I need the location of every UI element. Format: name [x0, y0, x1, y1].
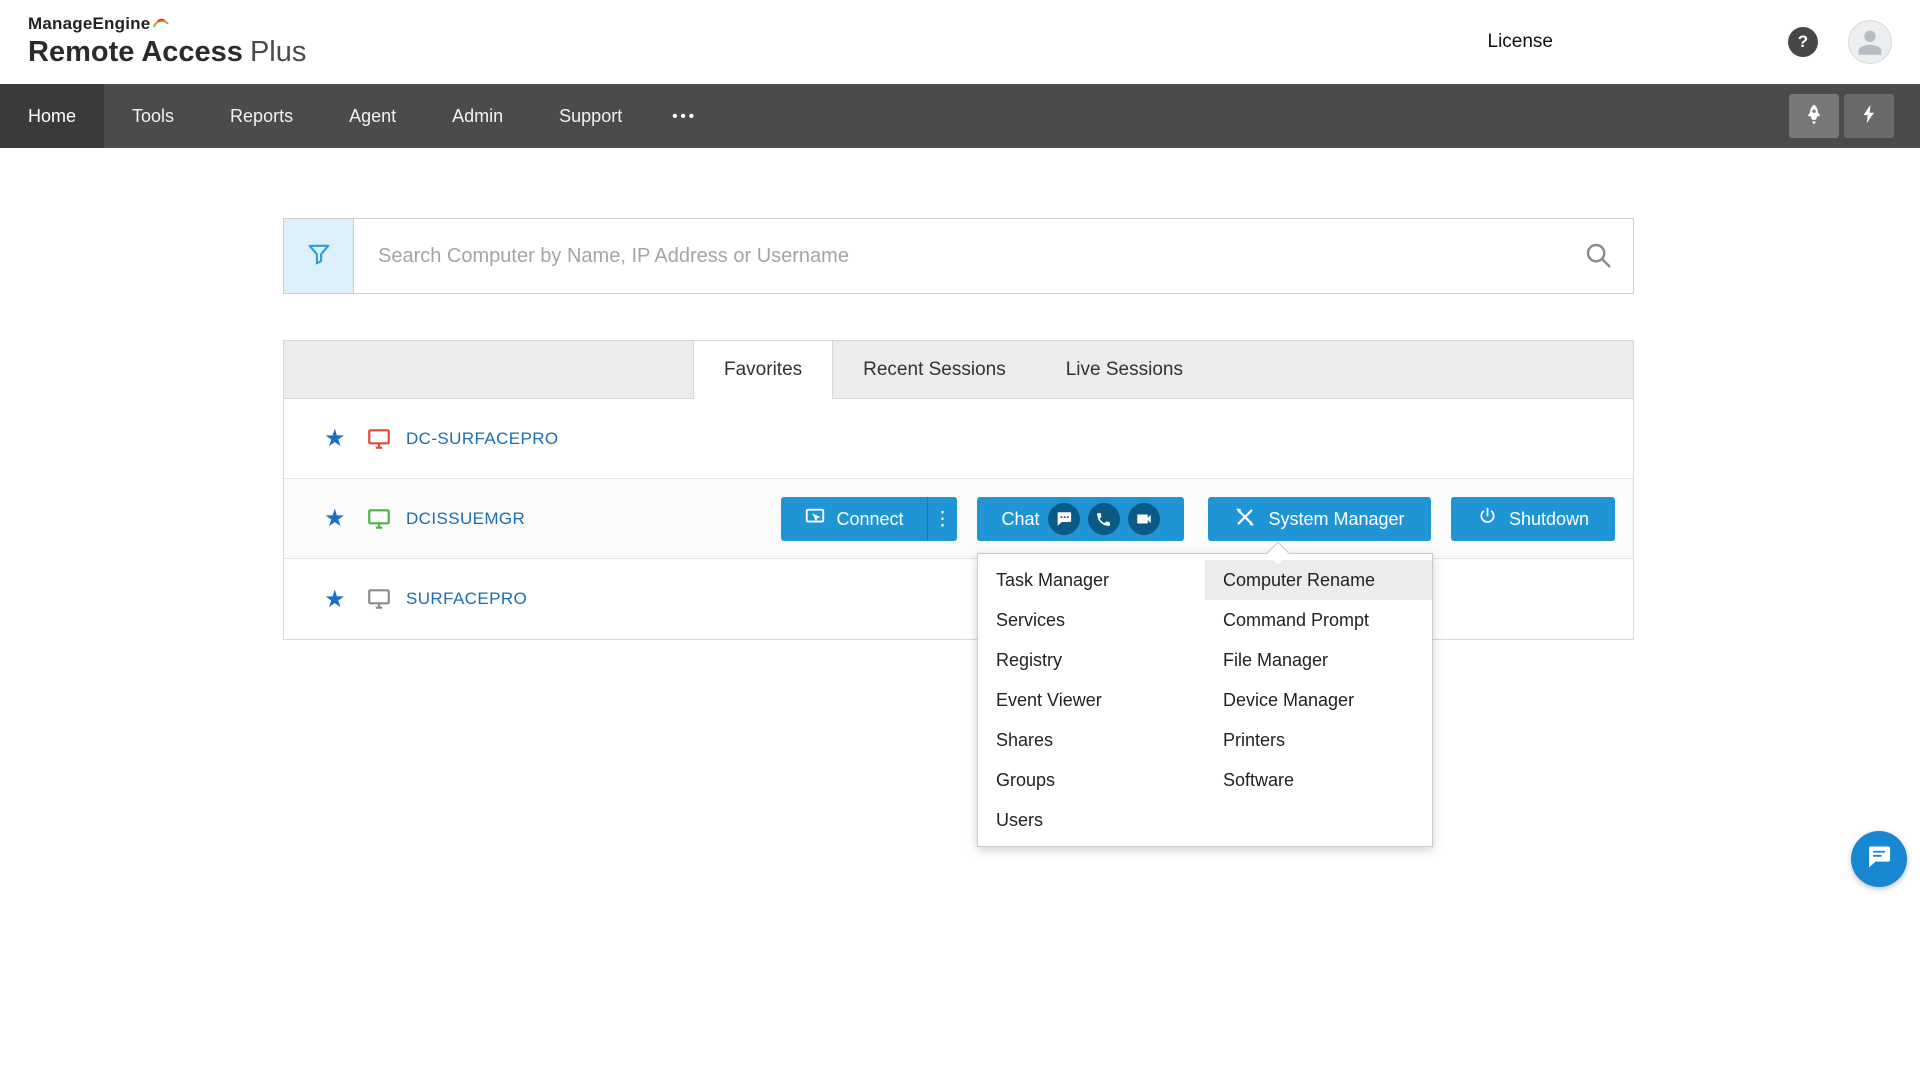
computer-row: ★ DC-SURFACEPRO [284, 399, 1633, 479]
tools-icon [1234, 506, 1256, 533]
system-manager-menu: Task Manager Services Registry Event Vie… [977, 541, 1433, 847]
lightning-icon [1858, 103, 1880, 130]
nav-item-agent[interactable]: Agent [321, 84, 424, 148]
main-nav: Home Tools Reports Agent Admin Support •… [0, 84, 1920, 148]
support-chat-fab[interactable] [1851, 831, 1907, 887]
menu-item-printers[interactable]: Printers [1205, 720, 1432, 760]
menu-item-services[interactable]: Services [978, 600, 1205, 640]
nav-item-tools[interactable]: Tools [104, 84, 202, 148]
product-name: Remote Access Plus [28, 35, 307, 68]
rocket-icon [1802, 102, 1826, 131]
remote-connect-icon [804, 506, 826, 533]
nav-item-admin[interactable]: Admin [424, 84, 531, 148]
menu-item-file-manager[interactable]: File Manager [1205, 640, 1432, 680]
menu-item-event-viewer[interactable]: Event Viewer [978, 680, 1205, 720]
system-manager-button[interactable]: System Manager [1208, 497, 1431, 541]
chat-bubble-icon[interactable] [1047, 503, 1080, 535]
app-header: ManageEngine Remote Access Plus License ? [0, 0, 1920, 84]
menu-item-software[interactable]: Software [1205, 760, 1432, 800]
license-link[interactable]: License [1488, 31, 1554, 53]
nav-more-button[interactable]: ••• [650, 84, 719, 148]
menu-item-task-manager[interactable]: Task Manager [978, 560, 1205, 600]
search-input[interactable] [354, 219, 1563, 293]
computer-name-link[interactable]: DCISSUEMGR [406, 509, 525, 529]
search-button[interactable] [1563, 219, 1633, 293]
logo-swoosh-icon [152, 15, 170, 35]
sessions-tabbar: Favorites Recent Sessions Live Sessions [284, 341, 1633, 399]
nav-item-home[interactable]: Home [0, 84, 105, 148]
connect-button[interactable]: Connect ⋮ [781, 497, 957, 541]
page: ManageEngine Remote Access Plus License ? [0, 0, 1920, 1080]
menu-item-registry[interactable]: Registry [978, 640, 1205, 680]
company-name: ManageEngine [28, 14, 151, 34]
app-logo: ManageEngine Remote Access Plus [28, 15, 306, 68]
filter-button[interactable] [284, 219, 354, 293]
menu-item-groups[interactable]: Groups [978, 760, 1205, 800]
nav-item-support[interactable]: Support [531, 84, 650, 148]
favorite-star[interactable]: ★ [324, 585, 358, 614]
computer-row: ★ DCISSUEMGR Connect ⋮ Chat System Manag… [284, 479, 1633, 559]
tab-recent-sessions[interactable]: Recent Sessions [833, 341, 1036, 398]
voice-call-icon[interactable] [1087, 503, 1120, 535]
user-avatar[interactable] [1848, 20, 1892, 64]
tab-live-sessions[interactable]: Live Sessions [1036, 341, 1213, 398]
menu-item-users[interactable]: Users [978, 800, 1205, 840]
monitor-icon [366, 426, 392, 452]
help-icon[interactable]: ? [1788, 27, 1818, 57]
nav-item-reports[interactable]: Reports [202, 84, 321, 148]
quick-launch-button[interactable] [1789, 94, 1839, 138]
connect-more-button[interactable]: ⋮ [927, 497, 957, 541]
quick-actions-button[interactable] [1844, 94, 1894, 138]
computer-name-link[interactable]: SURFACEPRO [406, 589, 527, 609]
favorite-star[interactable]: ★ [324, 424, 358, 453]
computer-name-link[interactable]: DC-SURFACEPRO [406, 429, 559, 449]
search-icon [1583, 240, 1613, 273]
tab-favorites[interactable]: Favorites [693, 341, 834, 399]
monitor-icon [366, 586, 392, 612]
chat-button-group[interactable]: Chat [977, 497, 1184, 541]
menu-item-computer-rename[interactable]: Computer Rename [1205, 560, 1432, 600]
computer-search-bar [283, 218, 1634, 294]
filter-icon [305, 240, 333, 273]
shutdown-button[interactable]: Shutdown [1451, 497, 1615, 541]
chat-label: Chat [1001, 508, 1040, 529]
menu-item-command-prompt[interactable]: Command Prompt [1205, 600, 1432, 640]
favorite-star[interactable]: ★ [324, 504, 358, 533]
menu-item-shares[interactable]: Shares [978, 720, 1205, 760]
power-icon [1477, 506, 1498, 532]
monitor-icon [366, 506, 392, 532]
chat-fab-icon [1865, 843, 1893, 876]
video-call-icon[interactable] [1127, 503, 1160, 535]
menu-item-device-manager[interactable]: Device Manager [1205, 680, 1432, 720]
